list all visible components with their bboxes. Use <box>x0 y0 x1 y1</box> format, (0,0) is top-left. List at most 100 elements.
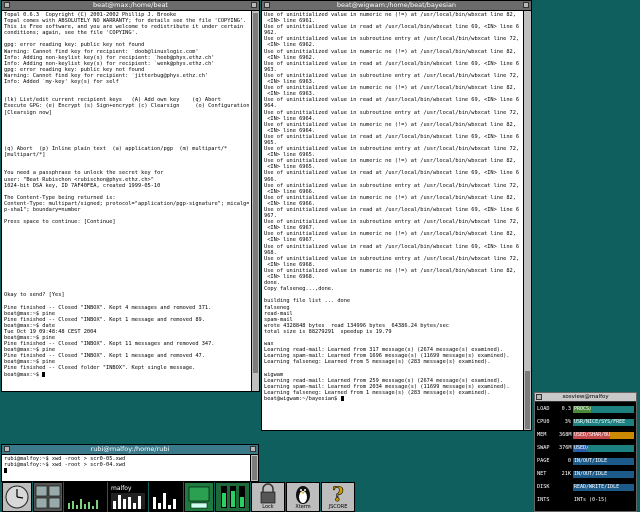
terminal-line: Use of uninitialized value in read at /u… <box>264 60 520 67</box>
battery-dockapp[interactable] <box>184 482 214 512</box>
meter-row: MEM 368MUSED/SHAR/BUFF/CACHE <box>537 431 634 440</box>
cpu-graph-dockapp[interactable] <box>64 482 107 512</box>
terminal-output[interactable]: rubi@malfoy:~$ xwd -root > scr0-05.xwd ru… <box>2 455 250 481</box>
meter-bar: PROCS/MIN <box>573 406 634 413</box>
terminal-line: Learning falseneg: Learned from 5 messag… <box>264 359 491 366</box>
meter-segment: INTs (0-15) <box>573 497 634 504</box>
meter-row: SWAP 376MUSED/FREE <box>537 444 634 453</box>
desktop-pager-dockapp[interactable] <box>33 482 63 512</box>
scrollbar[interactable] <box>523 11 531 430</box>
lock-label: Lock <box>262 504 274 510</box>
scrollbar[interactable] <box>250 455 258 481</box>
host-monitor-dockapp[interactable]: malfoy <box>108 482 148 512</box>
meter-row: LOAD 0.3PROCS/MIN <box>537 405 634 414</box>
help-launcher[interactable]: ? JSCORE <box>321 482 355 512</box>
help-label: JSCORE <box>328 504 348 510</box>
close-button[interactable] <box>536 394 542 400</box>
terminal-line: Use of uninitialized value in numeric ne… <box>264 121 516 128</box>
window-title: beat@max:/home/beat <box>93 1 168 9</box>
meter-label: LOAD <box>537 406 550 412</box>
terminal-line: Learning spam-mail: Learned from 2034 me… <box>264 383 510 390</box>
meter-bar: INTs (0-15) <box>573 497 634 504</box>
meter-bar: USR/NICE/SYS/FREE <box>573 419 634 426</box>
xterm-launcher[interactable]: Xterm <box>286 482 320 512</box>
text-cursor <box>4 468 7 474</box>
terminal-line: Learning falseneg: Learned from 1 messag… <box>264 389 491 396</box>
scrollbar-thumb[interactable] <box>253 13 258 373</box>
terminal-line: beat@wigwam:~/bayesian$ <box>264 395 521 402</box>
lock-launcher[interactable]: Lock <box>251 482 285 512</box>
xterm-label: Xterm <box>295 504 311 510</box>
terminal-line: Use of uninitialized value in read at /u… <box>264 207 520 213</box>
meter-bar: USED/FREE <box>573 445 634 452</box>
terminal-line: Use of uninitialized value in numeric ne… <box>264 194 516 201</box>
net-graph-icon <box>153 493 176 509</box>
meter-segment: USED/FREE <box>573 445 589 452</box>
meter-label: CPU0 <box>537 419 550 425</box>
xosview-titlebar[interactable]: xosview@malfoy <box>535 393 636 402</box>
volume-mixer-dockapp[interactable] <box>215 482 250 512</box>
terminal-line: Use of uninitialized value in read at /u… <box>264 133 520 140</box>
window-title: rubi@malfoy:/home/rubi <box>90 445 170 453</box>
lock-icon <box>260 483 276 504</box>
terminal-line: Use of uninitialized value in read at /u… <box>264 170 520 177</box>
terminal-line: Use of uninitialized value in numeric ne… <box>264 48 516 55</box>
meter-bar: IN/OUT/IDLE <box>573 471 634 478</box>
xterm-penguin-icon <box>296 486 310 504</box>
text-cursor <box>340 395 344 401</box>
terminal-line <box>4 468 248 474</box>
close-button[interactable] <box>4 2 10 8</box>
meter-segment: IN/OUT/IDLE <box>573 458 634 465</box>
terminal-output[interactable]: Use of uninitialized value in numeric ne… <box>262 11 523 430</box>
svg-text:?: ? <box>332 483 344 506</box>
terminal-line: Learning read-mail: Learned from 259 mes… <box>264 377 504 384</box>
window-titlebar[interactable]: rubi@malfoy:/home/rubi <box>2 445 258 455</box>
meter-segment <box>609 432 634 439</box>
meter-segment: PROCS/MIN <box>573 406 592 413</box>
meter-bar: IN/OUT/IDLE <box>573 458 634 465</box>
net-graph-dockapp[interactable] <box>149 482 183 512</box>
window-titlebar[interactable]: beat@max:/home/beat <box>2 1 259 11</box>
scrollbar-thumb[interactable] <box>525 371 530 429</box>
xosview-title: xosview@malfoy <box>562 394 609 400</box>
close-button[interactable] <box>4 446 10 452</box>
meter-row: DISK READ/WRITE/IDLE <box>537 483 634 492</box>
scrollbar-thumb[interactable] <box>252 456 257 480</box>
meter-segment <box>591 406 634 413</box>
cpu-graph-icon <box>66 484 105 510</box>
meter-segment <box>588 445 634 452</box>
terminal-line: Use of uninitialized value in read at /u… <box>264 243 520 250</box>
meter-row: PAGE 0 IN/OUT/IDLE <box>537 457 634 466</box>
meter-row: INTS INTs (0-15) <box>537 496 634 505</box>
window-titlebar[interactable]: beat@wigwam:/home/beat/bayesian <box>262 1 531 11</box>
terminal-line: Info: Adding non-keylist key(s) for reci… <box>4 54 215 61</box>
scrollbar[interactable] <box>251 11 259 391</box>
terminal-window-malfoy[interactable]: rubi@malfoy:/home/rubi rubi@malfoy:~$ xw… <box>1 444 259 482</box>
meter-segment: USED/SHAR/BUFF/CACHE <box>573 432 610 439</box>
pager-icon <box>35 485 61 509</box>
terminal-output[interactable]: Topal 0.6.3 Copyright (C) 2001-2002 Phil… <box>2 11 251 391</box>
meter-segment: IN/OUT/IDLE <box>573 471 634 478</box>
volume-sliders-icon <box>221 486 245 508</box>
meter-value: 0 <box>567 458 571 464</box>
battery-icon <box>188 486 210 509</box>
meter-value: 3% <box>564 419 571 425</box>
meter-value: 0.3 <box>561 406 571 412</box>
terminal-window-max[interactable]: beat@max:/home/beat Topal 0.6.3 Copyrigh… <box>1 0 260 392</box>
meter-row: CPU0 3% USR/NICE/SYS/FREE <box>537 418 634 427</box>
meter-segment: READ/WRITE/IDLE <box>573 484 634 491</box>
meter-label: SWAP <box>537 445 550 451</box>
meter-label: NET <box>537 471 547 477</box>
terminal-line: Use of uninitialized value in read at /u… <box>264 24 520 31</box>
maximize-button[interactable] <box>523 2 529 8</box>
meter-row: NET 21K IN/OUT/IDLE <box>537 470 634 479</box>
maximize-button[interactable] <box>251 2 257 8</box>
meter-value: 368M <box>559 432 572 438</box>
clock-icon <box>5 485 29 509</box>
terminal-window-wigwam[interactable]: beat@wigwam:/home/beat/bayesian Use of u… <box>261 0 532 431</box>
xosview-window[interactable]: xosview@malfoy LOAD 0.3PROCS/MIN CPU0 3%USR… <box>534 392 637 512</box>
close-button[interactable] <box>264 2 270 8</box>
maximize-button[interactable] <box>250 446 256 452</box>
meter-value: 376M <box>559 445 572 451</box>
clock-dockapp[interactable] <box>2 482 32 512</box>
